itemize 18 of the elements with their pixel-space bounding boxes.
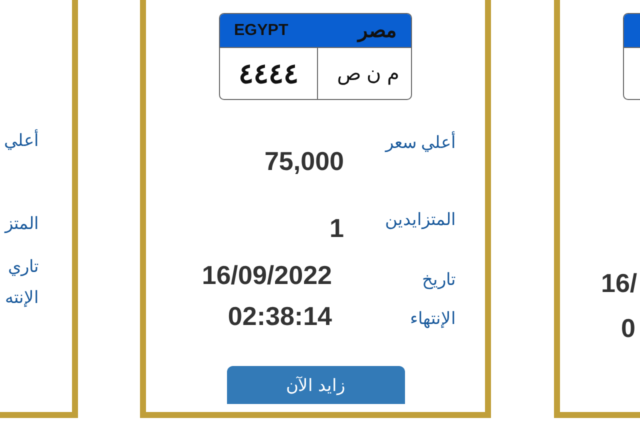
highest-bid-value: 75,000	[263, 146, 344, 177]
highest-bid-label: أعلي سعر	[384, 132, 456, 153]
field-label: الإنته	[5, 287, 39, 308]
plate-country-text: EGYPT	[234, 22, 288, 40]
expiry-value: 16/	[601, 268, 638, 299]
expiry-time: 02:38:14	[226, 301, 332, 332]
field-label: أعلي	[4, 130, 39, 151]
field-label: تاري	[8, 256, 39, 277]
plate-number: ٤٤٤٤	[220, 48, 318, 99]
bid-now-button[interactable]: زايد الآن	[226, 366, 404, 404]
bidders-count: 1	[328, 213, 344, 244]
field-label: المتز	[5, 213, 39, 234]
plate-country-text: مصر	[358, 19, 397, 43]
plate-letters: م ن ص	[336, 62, 400, 87]
expiry-date: 16/09/2022	[200, 260, 332, 291]
expiry-value: 0	[621, 313, 636, 344]
expiry-label: تاريخ الإنتهاء	[409, 269, 456, 330]
bidders-label: المتزايدين	[384, 209, 456, 230]
